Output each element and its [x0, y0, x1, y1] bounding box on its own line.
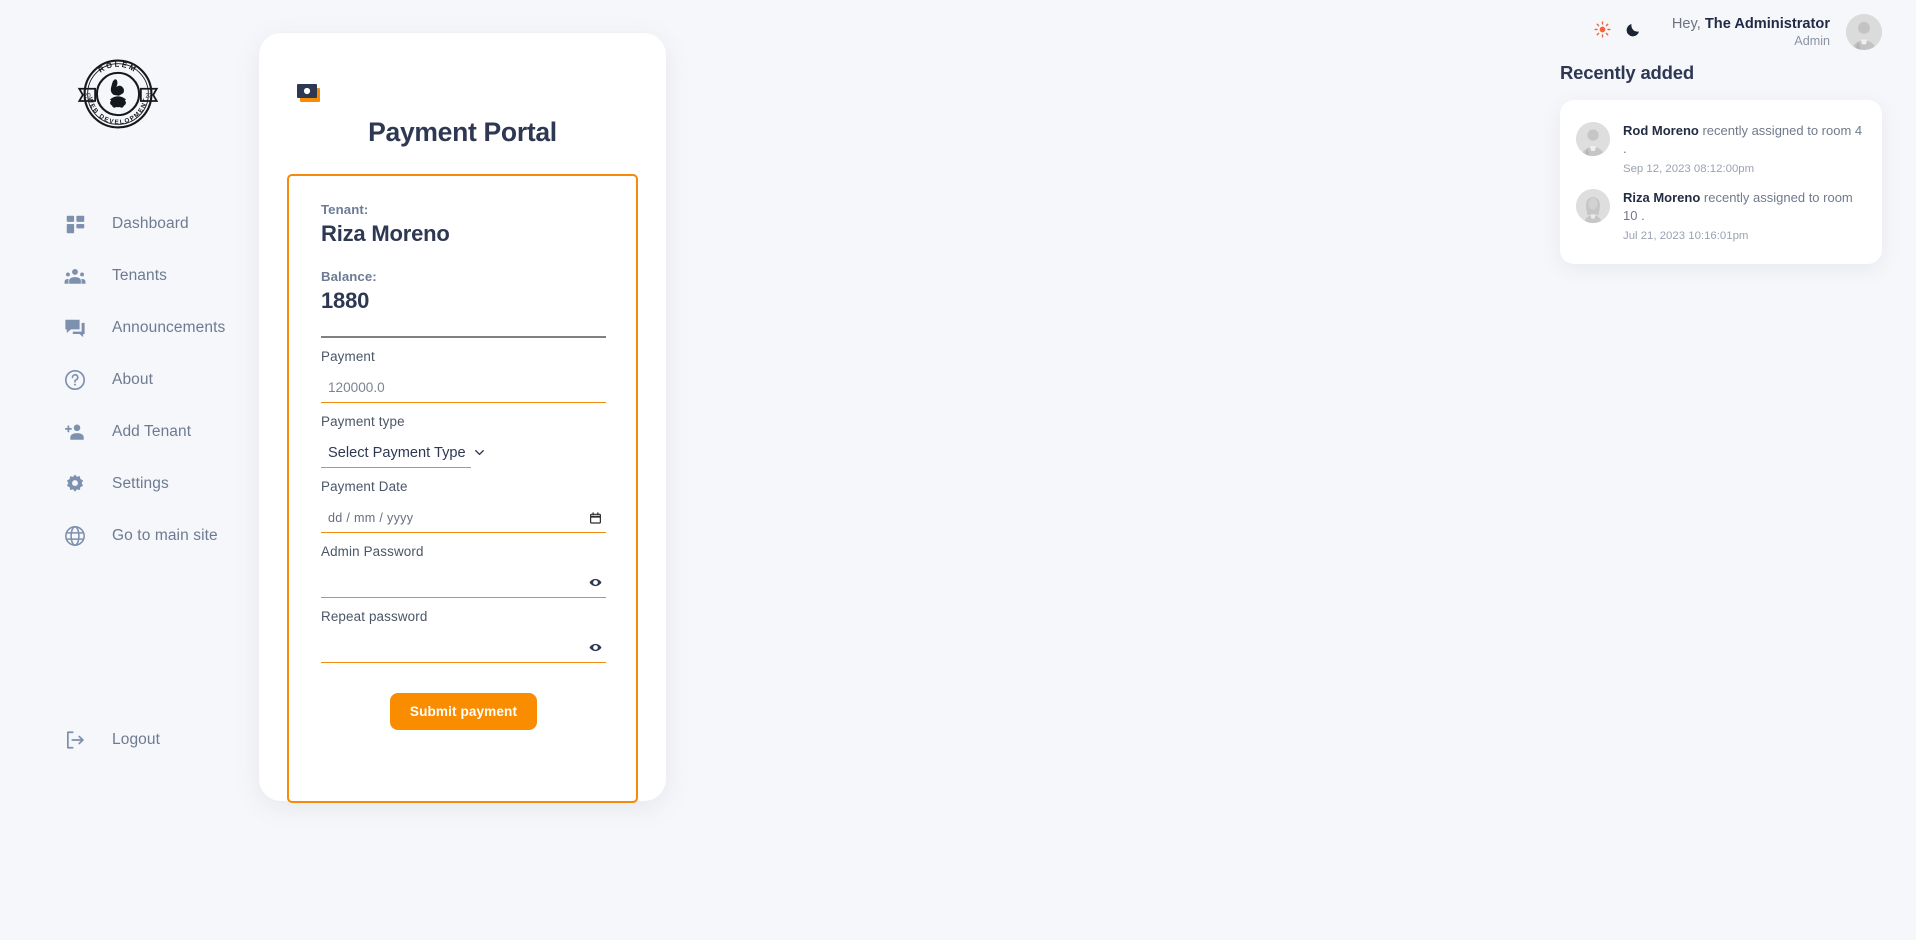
money-bills-icon — [296, 83, 322, 105]
list-item-text: Riza Moreno recently assigned to room 10… — [1623, 189, 1866, 226]
person-add-icon — [64, 421, 86, 443]
payment-form: Tenant: Riza Moreno Balance: 1880 Paymen… — [287, 174, 638, 803]
logout-arrow-icon — [64, 729, 86, 751]
globe-icon — [64, 525, 86, 547]
user-name: The Administrator — [1704, 15, 1830, 32]
submit-row: Submit payment — [321, 693, 606, 730]
list-item-body: Rod Moreno recently assigned to room 4 .… — [1623, 122, 1866, 175]
question-circle-icon — [64, 369, 86, 391]
sidebar-item-label: Add Tenant — [112, 423, 192, 440]
avatar — [1576, 122, 1610, 156]
admin-password-field-group: Admin Password — [321, 544, 606, 598]
sidebar-nav: Dashboard Tenants Announcements About Ad… — [0, 198, 258, 562]
list-item-timestamp: Jul 21, 2023 10:16:01pm — [1623, 229, 1749, 242]
repeat-password-label: Repeat password — [321, 609, 428, 624]
admin-password-input-wrap[interactable] — [321, 568, 606, 598]
payment-type-field-group: Payment type Select Payment Type — [321, 414, 606, 468]
sidebar-item-add-tenant[interactable]: Add Tenant — [0, 406, 258, 458]
repeat-password-input-wrap[interactable] — [321, 633, 606, 663]
sidebar-item-label: Announcements — [112, 319, 226, 336]
sidebar-item-settings[interactable]: Settings — [0, 458, 258, 510]
sidebar-item-label: Settings — [112, 475, 169, 492]
eye-toggle-icon[interactable] — [589, 641, 602, 654]
people-group-icon — [64, 265, 86, 287]
admin-password-input[interactable] — [328, 569, 589, 596]
list-item-body: Riza Moreno recently assigned to room 10… — [1623, 189, 1866, 242]
greeting-text: Hey, The Administrator — [1672, 15, 1830, 34]
sidebar-item-about[interactable]: About — [0, 354, 258, 406]
sidebar-item-tenants[interactable]: Tenants — [0, 250, 258, 302]
avatar[interactable] — [1846, 14, 1882, 50]
submit-payment-button[interactable]: Submit payment — [389, 693, 538, 730]
dashboard-icon — [64, 213, 86, 235]
user-avatar-icon — [1846, 14, 1882, 50]
calendar-icon[interactable] — [589, 511, 602, 525]
avatar — [1576, 188, 1610, 223]
repeat-password-field-group: Repeat password — [321, 609, 606, 663]
sidebar-item-label: Dashboard — [112, 215, 189, 232]
recently-added-panel: Recently added Rod Moreno recently assig… — [1560, 62, 1882, 264]
payment-type-select[interactable]: Select Payment Type — [321, 438, 484, 468]
tenant-name: Riza Moreno — [321, 221, 450, 246]
payment-type-label: Payment type — [321, 414, 405, 429]
tenant-label: Tenant: — [321, 202, 369, 217]
chevron-down-icon — [473, 446, 486, 459]
sidebar-item-label: Tenants — [112, 267, 167, 284]
repeat-password-input[interactable] — [328, 634, 589, 661]
female-avatar-icon — [1576, 188, 1610, 223]
payment-card: Payment Portal Tenant: Riza Moreno Balan… — [259, 33, 666, 803]
sidebar-item-label: Go to main site — [112, 527, 218, 544]
payment-field-group: Payment — [321, 349, 606, 403]
recently-added-title: Recently added — [1560, 62, 1694, 83]
light-mode-toggle[interactable] — [1588, 17, 1618, 47]
list-item-name: Riza Moreno — [1623, 189, 1701, 205]
male-avatar-icon — [1576, 122, 1610, 156]
payment-date-field-group: Payment Date dd / mm / yyyy — [321, 479, 606, 533]
payment-type-selected-value: Select Payment Type — [328, 444, 466, 461]
logout-button[interactable]: Logout — [0, 718, 258, 762]
admin-password-label: Admin Password — [321, 544, 424, 559]
logout-label: Logout — [112, 731, 161, 748]
payment-input[interactable] — [321, 374, 606, 401]
rolem-logo-icon: 20 23 ROLEM WEB DEVELOPMENT — [77, 59, 159, 129]
eye-toggle-icon[interactable] — [589, 576, 602, 589]
list-item[interactable]: Riza Moreno recently assigned to room 10… — [1576, 181, 1866, 248]
payment-portal-page: 20 23 ROLEM WEB DEVELOPMENT Dashboard Te… — [0, 0, 1916, 940]
recently-added-card: Rod Moreno recently assigned to room 4 .… — [1560, 100, 1882, 264]
list-item-text: Rod Moreno recently assigned to room 4 . — [1623, 122, 1866, 159]
list-item-name: Rod Moreno — [1623, 123, 1699, 138]
sidebar-item-dashboard[interactable]: Dashboard — [0, 198, 258, 250]
gear-icon — [64, 473, 86, 495]
sun-icon — [1594, 21, 1611, 43]
chat-bubbles-icon — [64, 317, 86, 339]
sidebar: 20 23 ROLEM WEB DEVELOPMENT Dashboard Te… — [0, 0, 258, 940]
payment-date-input[interactable]: dd / mm / yyyy — [321, 503, 606, 533]
payment-date-placeholder: dd / mm / yyyy — [328, 510, 414, 525]
user-role: Admin — [1794, 34, 1830, 49]
greeting-block: Hey, The Administrator Admin — [1672, 15, 1830, 50]
dark-mode-toggle[interactable] — [1618, 17, 1648, 47]
balance-value: 1880 — [321, 288, 370, 313]
section-divider — [321, 336, 606, 338]
brand-logo[interactable]: 20 23 ROLEM WEB DEVELOPMENT — [72, 48, 164, 140]
list-item[interactable]: Rod Moreno recently assigned to room 4 .… — [1576, 114, 1866, 181]
greeting-prefix: Hey, — [1671, 15, 1705, 32]
payment-input-wrap[interactable] — [321, 373, 606, 403]
payment-date-label: Payment Date — [321, 479, 408, 494]
payment-label: Payment — [321, 349, 375, 364]
sidebar-item-label: About — [112, 371, 154, 388]
page-title: Payment Portal — [368, 117, 557, 147]
balance-label: Balance: — [321, 269, 377, 284]
sidebar-item-announcements[interactable]: Announcements — [0, 302, 258, 354]
sidebar-item-go-to-main-site[interactable]: Go to main site — [0, 510, 258, 562]
list-item-timestamp: Sep 12, 2023 08:12:00pm — [1623, 162, 1755, 175]
moon-icon — [1625, 22, 1641, 43]
topbar: Hey, The Administrator Admin — [1588, 14, 1882, 50]
